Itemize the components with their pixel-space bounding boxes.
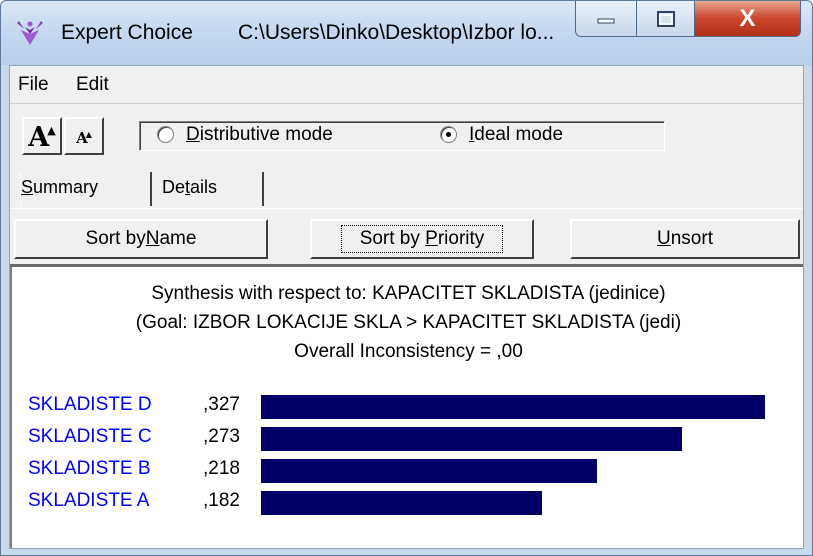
- close-button[interactable]: X: [695, 1, 801, 37]
- expert-choice-logo-icon: [17, 21, 43, 45]
- app-window: Expert Choice C:\Users\Dinko\Desktop\Izb…: [0, 0, 813, 556]
- synthesis-title: Synthesis with respect to: KAPACITET SKL…: [151, 283, 666, 304]
- window-title: Expert Choice: [61, 21, 193, 44]
- minimize-icon: [597, 18, 615, 23]
- result-row: SKLADISTE C ,273: [12, 426, 805, 452]
- ideal-mode-radio[interactable]: [440, 126, 457, 143]
- distributive-mode-label[interactable]: Distributive mode: [186, 124, 333, 146]
- alternative-name: SKLADISTE A: [28, 490, 150, 511]
- sort-toolbar: Sort by Name Sort by Priority Unsort: [10, 208, 803, 267]
- sort-by-priority-button[interactable]: Sort by Priority: [310, 219, 534, 259]
- close-icon: X: [739, 4, 756, 32]
- result-row: SKLADISTE B ,218: [12, 458, 805, 484]
- result-row: SKLADISTE D ,327: [12, 394, 805, 420]
- priority-bar: [261, 427, 682, 451]
- alternative-name: SKLADISTE C: [28, 426, 152, 447]
- unsort-button[interactable]: Unsort: [570, 219, 800, 259]
- menu-file[interactable]: File: [18, 74, 49, 96]
- window-file-path: C:\Users\Dinko\Desktop\Izbor lo...: [238, 21, 555, 44]
- tab-details[interactable]: Details: [162, 172, 274, 206]
- menu-edit[interactable]: Edit: [76, 74, 109, 96]
- maximize-button[interactable]: [637, 1, 695, 37]
- synthesis-panel: Synthesis with respect to: KAPACITET SKL…: [10, 267, 803, 548]
- alternative-priority: ,327: [203, 394, 240, 415]
- menu-bar: File Edit: [10, 66, 803, 104]
- alternative-name: SKLADISTE B: [28, 458, 151, 479]
- mode-selector: Distributive mode Ideal mode: [139, 121, 665, 151]
- font-increase-icon: A: [28, 122, 50, 153]
- maximize-icon: [656, 10, 675, 27]
- minimize-button[interactable]: [575, 1, 637, 37]
- priority-bar: [261, 395, 765, 419]
- tab-divider: [262, 172, 264, 206]
- tab-summary[interactable]: Summary: [20, 172, 150, 206]
- priority-bar: [261, 491, 542, 515]
- distributive-mode-radio[interactable]: [157, 126, 174, 143]
- client-area: File Edit A ▲ A ▲ Distributive mode Ideal …: [9, 65, 804, 549]
- alternative-priority: ,218: [203, 458, 240, 479]
- ideal-mode-label[interactable]: Ideal mode: [469, 124, 563, 146]
- priority-bar: [261, 459, 597, 483]
- title-bar[interactable]: Expert Choice C:\Users\Dinko\Desktop\Izb…: [1, 1, 812, 65]
- overall-inconsistency: Overall Inconsistency = ,00: [294, 341, 523, 362]
- window-controls: X: [575, 1, 801, 37]
- increase-font-button[interactable]: A ▲: [22, 117, 62, 155]
- synthesis-goal: (Goal: IZBOR LOKACIJE SKLA > KAPACITET S…: [135, 312, 682, 333]
- alternative-name: SKLADISTE D: [28, 394, 152, 415]
- sort-by-name-button[interactable]: Sort by Name: [14, 219, 268, 259]
- decrease-font-button[interactable]: A ▲: [64, 117, 104, 155]
- alternative-priority: ,273: [203, 426, 240, 447]
- tab-divider: [150, 172, 152, 206]
- alternative-priority: ,182: [203, 490, 240, 511]
- result-row: SKLADISTE A ,182: [12, 490, 805, 516]
